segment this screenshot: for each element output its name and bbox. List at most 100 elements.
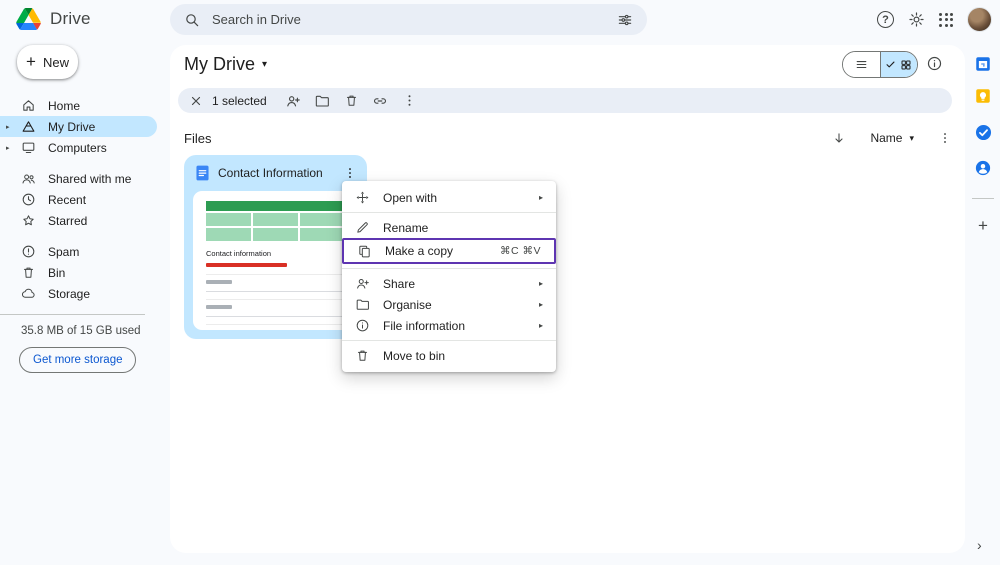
context-menu: Open with ▸ Rename Make a copy ⌘C ⌘V Sha…	[342, 181, 556, 372]
folder-icon	[356, 299, 369, 310]
storage-usage-text: 35.8 MB of 15 GB used	[21, 325, 141, 337]
thumbnail-form-field	[206, 274, 345, 292]
new-button[interactable]: + New	[17, 45, 78, 79]
search-options-icon[interactable]	[617, 12, 633, 28]
tasks-app-button[interactable]	[973, 122, 993, 142]
list-view-icon	[856, 60, 867, 69]
trash-icon	[23, 267, 34, 278]
move-button[interactable]	[308, 93, 337, 109]
spam-icon	[22, 245, 35, 258]
link-icon	[374, 97, 387, 104]
open-with-icon	[356, 191, 369, 204]
file-card-contact-information[interactable]: Contact Information Contact information	[184, 155, 367, 339]
expand-arrow-icon[interactable]: ▸	[6, 123, 10, 131]
grid-view-button[interactable]	[879, 52, 917, 77]
sidebar-nav: Home ▸ My Drive ▸ Computers Shared with …	[0, 95, 157, 373]
contacts-app-button[interactable]	[973, 158, 993, 178]
get-link-button[interactable]	[366, 93, 395, 109]
sidebar-item-computers[interactable]: ▸ Computers	[0, 137, 157, 158]
thumbnail-table-header	[206, 201, 345, 211]
selected-count-label: 1 selected	[212, 93, 267, 108]
menu-item-share[interactable]: Share ▸	[342, 273, 556, 294]
search-input[interactable]	[212, 12, 605, 27]
sidebar-item-label: Shared with me	[48, 171, 132, 186]
home-icon	[23, 100, 34, 111]
share-button[interactable]	[279, 93, 308, 109]
sort-direction-icon[interactable]	[832, 131, 846, 145]
google-apps-icon[interactable]	[939, 12, 953, 27]
chevron-down-icon: ▾	[909, 132, 914, 143]
keep-app-button[interactable]	[973, 86, 993, 106]
topbar-actions: ?	[877, 0, 992, 39]
main-panel: My Drive ▾ 1 selected Files Name ▾ Conta…	[170, 45, 965, 553]
people-icon	[22, 174, 35, 184]
more-vertical-icon	[349, 168, 351, 178]
sidebar-item-label: Computers	[48, 140, 107, 155]
drive-home-link[interactable]: Drive	[16, 8, 91, 30]
menu-item-open-with[interactable]: Open with ▸	[342, 187, 556, 208]
trash-icon	[357, 350, 368, 361]
rail-divider	[972, 198, 994, 199]
sidebar-item-my-drive[interactable]: ▸ My Drive	[0, 116, 157, 137]
sort-controls: Name ▾	[832, 131, 952, 145]
delete-button[interactable]	[337, 93, 366, 108]
get-more-storage-button[interactable]: Get more storage	[19, 347, 137, 373]
star-icon	[23, 215, 34, 226]
calendar-icon	[976, 57, 990, 71]
help-icon[interactable]: ?	[877, 11, 894, 28]
sidebar-item-starred[interactable]: Starred	[0, 210, 157, 231]
account-avatar[interactable]	[967, 7, 992, 32]
google-docs-icon	[196, 165, 209, 181]
sidebar-item-home[interactable]: Home	[0, 95, 157, 116]
search-bar[interactable]	[170, 4, 647, 35]
files-label: Files	[184, 130, 212, 146]
plus-icon: +	[26, 52, 36, 71]
copy-icon	[359, 245, 370, 257]
sidebar-item-label: Recent	[48, 192, 87, 207]
file-thumbnail: Contact information	[193, 191, 358, 330]
info-icon	[356, 319, 369, 332]
menu-item-organise[interactable]: Organise ▸	[342, 294, 556, 315]
settings-gear-icon[interactable]	[908, 11, 925, 28]
more-actions-button[interactable]	[395, 93, 424, 108]
menu-item-move-to-bin[interactable]: Move to bin	[342, 345, 556, 366]
view-toggle	[842, 51, 918, 78]
keep-icon	[976, 89, 990, 103]
expand-arrow-icon[interactable]: ▸	[6, 144, 10, 152]
search-icon[interactable]	[184, 12, 200, 28]
calendar-app-button[interactable]	[973, 54, 993, 74]
menu-item-label: Move to bin	[383, 348, 446, 363]
page-title-label: My Drive	[184, 54, 255, 74]
thumbnail-required-note	[206, 263, 287, 267]
close-icon[interactable]	[189, 94, 203, 108]
sidebar-item-label: Spam	[48, 244, 80, 259]
sidebar-item-shared-with-me[interactable]: Shared with me	[0, 168, 157, 189]
info-icon[interactable]	[926, 55, 943, 72]
menu-item-label: Share	[383, 276, 416, 291]
more-vertical-icon[interactable]	[938, 131, 952, 145]
sidebar-item-storage[interactable]: Storage	[0, 283, 157, 304]
thumbnail-form-field	[206, 324, 345, 330]
list-view-button[interactable]	[843, 52, 880, 77]
hide-side-panel-chevron-icon[interactable]: ›	[977, 537, 982, 553]
sidebar-item-spam[interactable]: Spam	[0, 241, 157, 262]
chevron-down-icon: ▾	[262, 59, 268, 70]
sidebar-item-recent[interactable]: Recent	[0, 189, 157, 210]
sidebar-item-label: Bin	[48, 265, 66, 280]
menu-item-rename[interactable]: Rename	[342, 217, 556, 238]
menu-item-file-information[interactable]: File information ▸	[342, 315, 556, 336]
add-panel-app-button[interactable]: +	[973, 216, 993, 236]
selection-toolbar: 1 selected	[178, 88, 952, 113]
menu-item-label: Rename	[383, 220, 429, 235]
menu-item-make-a-copy[interactable]: Make a copy ⌘C ⌘V	[342, 238, 556, 264]
menu-item-label: File information	[383, 318, 466, 333]
sidebar-item-bin[interactable]: Bin	[0, 262, 157, 283]
page-title[interactable]: My Drive ▾	[184, 54, 267, 75]
menu-item-label: Organise	[383, 297, 432, 312]
cloud-icon	[22, 288, 35, 298]
menu-divider	[342, 212, 556, 213]
sort-by-name-button[interactable]: Name ▾	[870, 131, 914, 145]
submenu-arrow-icon: ▸	[538, 279, 543, 288]
grid-view-icon	[901, 60, 911, 69]
computers-icon	[22, 142, 35, 154]
